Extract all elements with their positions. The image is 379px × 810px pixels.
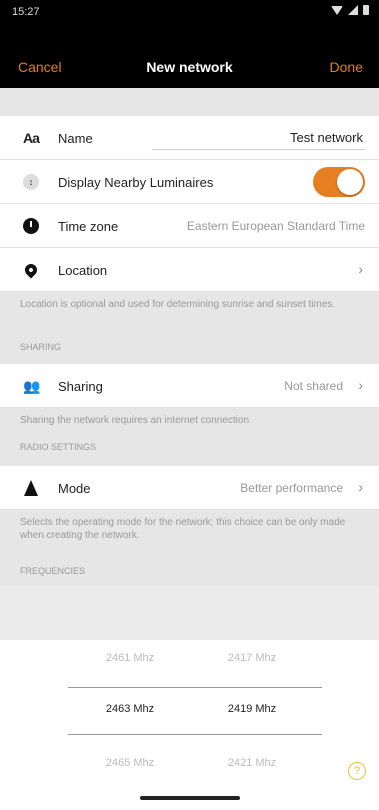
sharing-note: Sharing the network requires an internet… [0,408,379,442]
picker-divider [68,734,322,735]
sharing-section-header: SHARING [0,342,379,364]
mode-label: Mode [58,481,91,496]
location-note: Location is optional and used for determ… [0,292,379,342]
sharing-row[interactable]: 👥 Sharing Not shared › [0,364,379,408]
sharing-value: Not shared [284,379,343,393]
chevron-right-icon: › [358,261,363,277]
mode-row[interactable]: Mode Better performance › [0,466,379,510]
done-button[interactable]: Done [330,59,363,75]
frequency-selected[interactable]: 2419 Mhz [202,703,302,715]
timezone-row[interactable]: Time zone Eastern European Standard Time [0,204,379,248]
top-spacer [0,88,379,116]
frequency-option[interactable]: 2465 Mhz [80,757,180,769]
battery-icon [363,5,369,15]
sharing-label: Sharing [58,379,103,394]
picker-divider [68,687,322,688]
mode-note: Selects the operating mode for the netwo… [0,510,379,558]
frequency-selected[interactable]: 2463 Mhz [80,703,180,715]
location-row[interactable]: Location › [0,248,379,292]
home-indicator[interactable] [140,796,240,800]
text-icon: Aa [23,130,40,146]
nearby-luminaires-row: ↕ Display Nearby Luminaires [0,160,379,204]
status-bar: 15:27 [0,0,379,24]
timezone-label: Time zone [58,219,119,234]
page-title: New network [146,59,233,75]
navigation-bar: Cancel New network Done [0,24,379,88]
nearby-luminaires-toggle[interactable] [313,167,365,197]
name-row: Aa Name [0,116,379,160]
frequencies-section-header: FREQUENCIES [0,558,379,586]
clock-icon [20,216,42,236]
radio-section-header: RADIO SETTINGS [0,442,379,466]
frequency-option[interactable]: 2421 Mhz [202,757,302,769]
help-icon[interactable]: ? [348,762,366,780]
people-icon: 👥 [23,377,40,394]
mode-icon [20,478,42,498]
location-label: Location [58,263,108,278]
mode-value: Better performance [240,481,343,495]
timezone-value: Eastern European Standard Time [186,219,365,233]
frequency-picker[interactable]: 2461 Mhz 2417 Mhz 2463 Mhz 2419 Mhz 2465… [0,640,379,785]
frequency-option[interactable]: 2417 Mhz [202,652,302,664]
frequency-option[interactable]: 2461 Mhz [80,652,180,664]
name-input[interactable] [152,125,365,150]
status-icons [331,5,369,15]
chevron-right-icon: › [358,479,363,495]
wifi-icon [331,5,343,15]
chevron-right-icon: › [358,377,363,393]
luminaire-icon: ↕ [20,172,42,192]
toggle-knob [337,169,363,195]
location-pin-icon [20,260,42,280]
nearby-luminaires-label: Display Nearby Luminaires [58,175,214,190]
settings-list: Aa Name ↕ Display Nearby Luminaires Time… [0,88,379,586]
name-label: Name [58,131,93,146]
signal-icon [348,5,358,15]
status-time: 15:27 [12,6,40,18]
